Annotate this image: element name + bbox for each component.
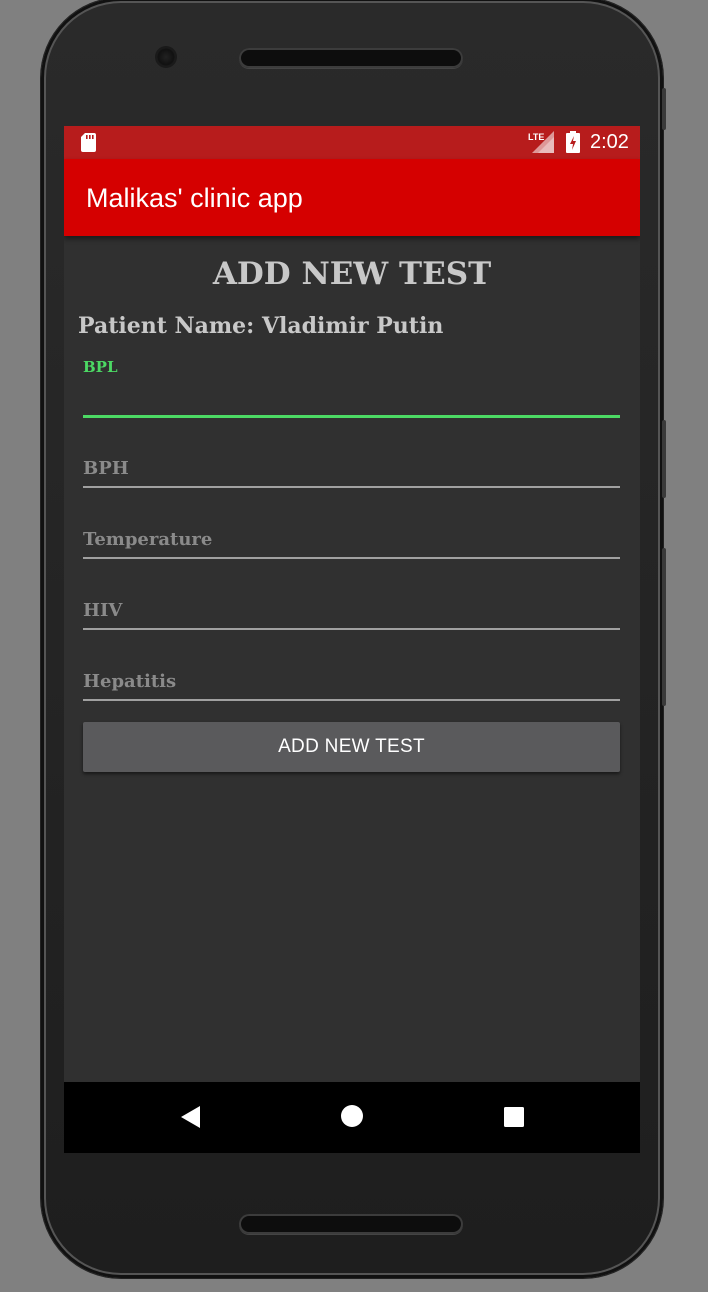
lte-label: LTE — [528, 132, 544, 142]
patient-name-label: Patient Name: Vladimir Putin — [78, 313, 444, 339]
bph-field[interactable]: BPH — [83, 456, 620, 490]
hepatitis-hint: Hepatitis — [83, 671, 177, 692]
app-toolbar: Malikas' clinic app — [64, 159, 640, 236]
app-title: Malikas' clinic app — [86, 183, 303, 213]
bph-hint: BPH — [83, 458, 129, 479]
add-new-test-button[interactable]: ADD NEW TEST — [83, 722, 620, 772]
status-bar: LTE 2:02 — [64, 126, 640, 159]
screen: LTE 2:02 Malikas' clinic app ADD NEW TES… — [64, 126, 640, 1153]
lte-signal-icon: LTE — [528, 131, 554, 153]
status-clock: 2:02 — [590, 131, 629, 153]
top-speaker — [239, 48, 463, 68]
sd-card-icon — [81, 133, 96, 152]
volume-button — [662, 420, 666, 498]
hiv-hint: HIV — [83, 600, 123, 621]
hiv-underline — [83, 628, 620, 630]
bottom-speaker — [239, 1214, 463, 1234]
page-title: ADD NEW TEST — [212, 256, 492, 292]
hepatitis-underline — [83, 699, 620, 701]
recents-icon[interactable] — [503, 1106, 525, 1128]
back-icon[interactable] — [178, 1104, 202, 1130]
temperature-underline — [83, 557, 620, 559]
bpl-field[interactable]: BPL — [83, 358, 620, 420]
temperature-hint: Temperature — [83, 529, 213, 550]
bph-underline — [83, 486, 620, 488]
hiv-field[interactable]: HIV — [83, 598, 620, 632]
home-icon[interactable] — [340, 1104, 364, 1128]
temperature-field[interactable]: Temperature — [83, 527, 620, 561]
navigation-bar — [64, 1082, 640, 1153]
phone-side-button — [662, 88, 666, 130]
front-camera — [157, 48, 175, 66]
power-button — [662, 548, 666, 706]
battery-charging-icon — [566, 131, 580, 153]
bpl-underline — [83, 415, 620, 418]
bpl-floating-label: BPL — [83, 358, 118, 376]
hepatitis-field[interactable]: Hepatitis — [83, 669, 620, 703]
